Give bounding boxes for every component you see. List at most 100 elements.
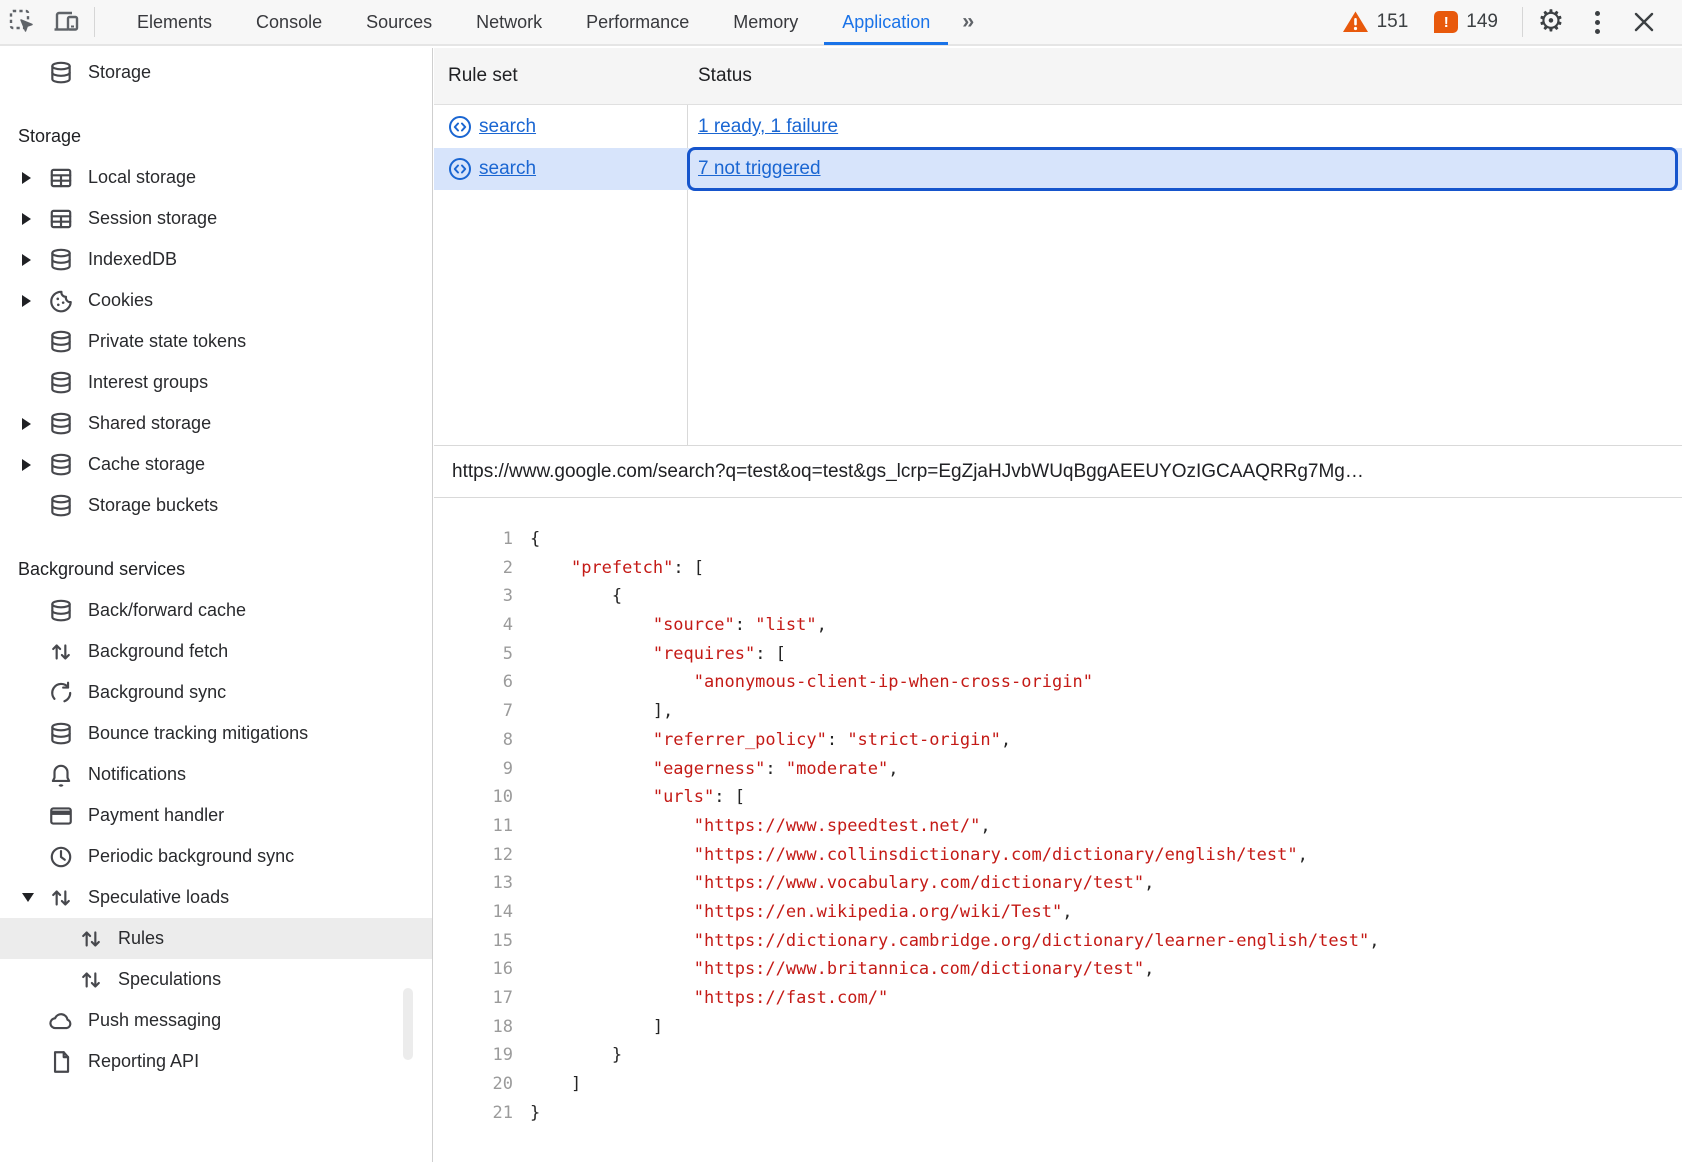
warnings-counter[interactable]: 151 xyxy=(1342,10,1409,34)
selection-focus-ring xyxy=(687,147,1678,191)
line-content: ] xyxy=(530,1070,581,1099)
updown-icon xyxy=(48,639,74,665)
sidebar-item-rules[interactable]: Rules xyxy=(0,918,432,959)
line-content: "requires": [ xyxy=(530,640,786,669)
column-header-rule-set: Rule set xyxy=(434,48,687,104)
rule-set-cell: search xyxy=(434,106,687,148)
database-icon xyxy=(48,493,74,519)
sidebar-item-cookies[interactable]: Cookies xyxy=(0,280,432,321)
status-cell[interactable]: 1 ready, 1 failure xyxy=(687,106,1682,148)
sidebar-item-periodic-background-sync[interactable]: Periodic background sync xyxy=(0,836,432,877)
line-content: "https://dictionary.cambridge.org/dictio… xyxy=(530,927,1380,956)
sidebar-item-label: Bounce tracking mitigations xyxy=(88,723,308,744)
rule-set-link[interactable]: search xyxy=(479,158,536,180)
rule-set-link[interactable]: search xyxy=(479,116,536,138)
speculative-loads-panel: Rule set Status search1 ready, 1 failure… xyxy=(434,48,1682,1162)
chevron-collapsed-icon[interactable] xyxy=(22,459,48,471)
errors-counter[interactable]: ! 149 xyxy=(1434,11,1498,33)
line-number: 15 xyxy=(434,927,513,956)
tab-network[interactable]: Network xyxy=(454,0,564,45)
sidebar-item-label: Cookies xyxy=(88,290,153,311)
tab-performance[interactable]: Performance xyxy=(564,0,711,45)
toolbar-divider-right xyxy=(1522,7,1523,37)
database-icon xyxy=(48,452,74,478)
sidebar-item-reporting-api[interactable]: Reporting API xyxy=(0,1041,432,1082)
code-line: 21} xyxy=(434,1099,1682,1128)
database-icon xyxy=(48,329,74,355)
sidebar-item-local-storage[interactable]: Local storage xyxy=(0,157,432,198)
database-icon xyxy=(48,721,74,747)
code-line: 13 "https://www.vocabulary.com/dictionar… xyxy=(434,869,1682,898)
inspect-element-icon[interactable] xyxy=(0,0,44,44)
more-tabs-chevron-icon[interactable]: ›› xyxy=(952,10,982,34)
sidebar-item-label: Background sync xyxy=(88,682,226,703)
chevron-collapsed-icon[interactable] xyxy=(22,254,48,266)
sidebar-item-interest-groups[interactable]: Interest groups xyxy=(0,362,432,403)
cookie-icon xyxy=(48,288,74,314)
sidebar-item-cache-storage[interactable]: Cache storage xyxy=(0,444,432,485)
tab-elements[interactable]: Elements xyxy=(115,0,234,45)
sidebar-item-storage[interactable]: Storage xyxy=(0,52,432,93)
sidebar-item-session-storage[interactable]: Session storage xyxy=(0,198,432,239)
rule-set-cell: search xyxy=(434,148,687,190)
sidebar-item-bounce-tracking-mitigations[interactable]: Bounce tracking mitigations xyxy=(0,713,432,754)
updown-icon xyxy=(78,926,104,952)
line-content: "referrer_policy": "strict-origin", xyxy=(530,726,1011,755)
sidebar-item-label: Storage buckets xyxy=(88,495,218,516)
tab-sources[interactable]: Sources xyxy=(344,0,454,45)
rule-set-row[interactable]: search 1 ready, 1 failure xyxy=(434,106,1682,148)
chevron-collapsed-icon[interactable] xyxy=(22,418,48,430)
kebab-menu-icon[interactable] xyxy=(1583,3,1612,42)
line-number: 19 xyxy=(434,1041,513,1070)
chevron-expanded-icon[interactable] xyxy=(22,893,48,902)
sidebar-item-indexeddb[interactable]: IndexedDB xyxy=(0,239,432,280)
close-icon[interactable] xyxy=(1622,0,1666,44)
speculation-rules-icon xyxy=(448,115,472,139)
sidebar-item-background-fetch[interactable]: Background fetch xyxy=(0,631,432,672)
line-number: 4 xyxy=(434,611,513,640)
rule-set-row[interactable]: search 7 not triggered xyxy=(434,148,1682,190)
database-icon xyxy=(48,598,74,624)
code-line: 11 "https://www.speedtest.net/", xyxy=(434,812,1682,841)
line-content: "https://www.britannica.com/dictionary/t… xyxy=(530,955,1154,984)
chevron-collapsed-icon[interactable] xyxy=(22,295,48,307)
line-number: 17 xyxy=(434,984,513,1013)
status-link[interactable]: 7 not triggered xyxy=(698,158,821,180)
sidebar-item-storage-buckets[interactable]: Storage buckets xyxy=(0,485,432,526)
code-line: 6 "anonymous-client-ip-when-cross-origin… xyxy=(434,668,1682,697)
status-cell[interactable]: 7 not triggered xyxy=(687,148,1682,190)
code-line: 2 "prefetch": [ xyxy=(434,554,1682,583)
sidebar-item-payment-handler[interactable]: Payment handler xyxy=(0,795,432,836)
sidebar-item-label: Speculations xyxy=(118,969,221,990)
sidebar-item-speculative-loads[interactable]: Speculative loads xyxy=(0,877,432,918)
database-icon xyxy=(48,411,74,437)
sidebar-item-shared-storage[interactable]: Shared storage xyxy=(0,403,432,444)
code-line: 17 "https://fast.com/" xyxy=(434,984,1682,1013)
sidebar-item-push-messaging[interactable]: Push messaging xyxy=(0,1000,432,1041)
table-icon xyxy=(48,206,74,232)
device-toolbar-icon[interactable] xyxy=(44,0,88,44)
line-number: 2 xyxy=(434,554,513,583)
sidebar-item-label: Session storage xyxy=(88,208,217,229)
sidebar-scrollbar[interactable] xyxy=(403,988,413,1060)
chevron-collapsed-icon[interactable] xyxy=(22,213,48,225)
sidebar-item-notifications[interactable]: Notifications xyxy=(0,754,432,795)
chevron-collapsed-icon[interactable] xyxy=(22,172,48,184)
rule-set-source-viewer[interactable]: 1{2 "prefetch": [3 {4 "source": "list",5… xyxy=(434,499,1682,1162)
settings-gear-icon[interactable]: ⚙ xyxy=(1529,0,1573,44)
tab-memory[interactable]: Memory xyxy=(711,0,820,45)
status-link[interactable]: 1 ready, 1 failure xyxy=(698,116,838,138)
sidebar-item-background-sync[interactable]: Background sync xyxy=(0,672,432,713)
sidebar-item-label: Shared storage xyxy=(88,413,211,434)
sidebar-item-back-forward-cache[interactable]: Back/forward cache xyxy=(0,590,432,631)
tab-console[interactable]: Console xyxy=(234,0,344,45)
code-line: 9 "eagerness": "moderate", xyxy=(434,755,1682,784)
line-number: 6 xyxy=(434,668,513,697)
tab-application[interactable]: Application xyxy=(820,0,952,45)
sidebar-item-speculations[interactable]: Speculations xyxy=(0,959,432,1000)
sidebar-item-label: Background fetch xyxy=(88,641,228,662)
code-line: 4 "source": "list", xyxy=(434,611,1682,640)
sidebar-item-private-state-tokens[interactable]: Private state tokens xyxy=(0,321,432,362)
line-number: 21 xyxy=(434,1099,513,1128)
line-content: ], xyxy=(530,697,673,726)
